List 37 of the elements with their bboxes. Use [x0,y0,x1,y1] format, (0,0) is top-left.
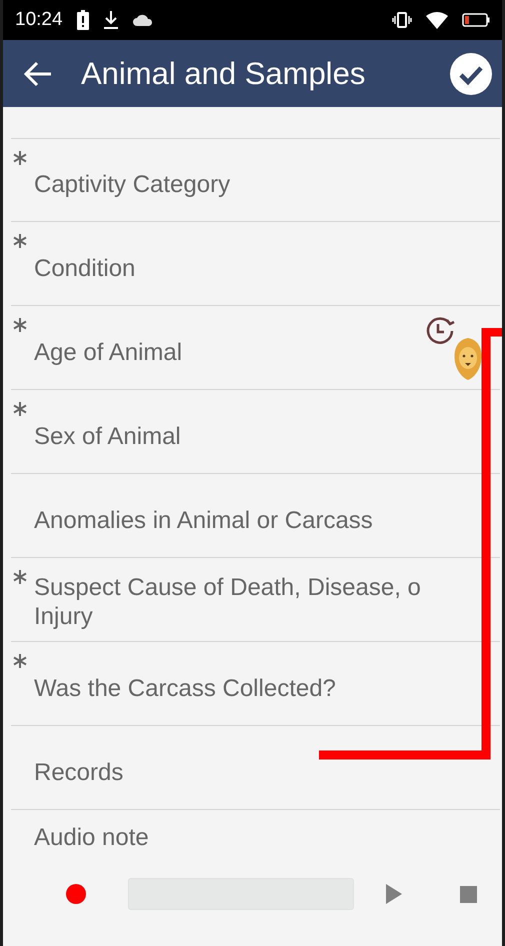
form-field[interactable]: Records [11,726,500,810]
field-label: Suspect Cause of Death, Disease, o Injury [34,573,421,632]
confirm-button[interactable] [450,52,492,94]
field-label: Sex of Animal [34,422,181,452]
form-field[interactable]: Suspect Cause of Death, Disease, o Injury [11,558,500,642]
back-button[interactable] [23,60,53,86]
form-field[interactable]: Anomalies in Animal or Carcass [11,474,500,558]
field-label: Condition [34,254,136,284]
clock-icon[interactable] [425,316,455,346]
download-icon [102,10,119,30]
stop-button[interactable] [460,886,477,902]
field-label: Records [34,758,124,788]
field-label: Age of Animal [34,338,182,368]
form-field[interactable]: Condition [11,222,500,306]
form-field[interactable]: Was the Carcass Collected? [11,642,500,726]
battery-icon [462,13,490,27]
audio-note-label: Audio note [33,823,150,852]
required-icon [13,234,27,248]
form-field[interactable]: Captivity Category [11,138,500,222]
required-icon [13,570,27,584]
required-icon [13,654,27,668]
field-label: Was the Carcass Collected? [34,674,336,704]
required-icon [13,402,27,416]
required-icon [13,151,27,165]
status-time: 10:24 [15,9,63,31]
field-label: Captivity Category [34,170,230,200]
battery-alert-icon [76,10,89,30]
wifi-icon [426,12,448,28]
cloud-icon [132,14,153,26]
field-label: Anomalies in Animal or Carcass [34,506,373,536]
record-button[interactable] [66,884,86,904]
vibrate-icon [392,12,412,28]
play-button[interactable] [386,884,402,904]
required-icon [13,318,27,332]
screen-title: Animal and Samples [81,56,366,92]
form-field[interactable]: Age of Animal [11,306,500,390]
form-field[interactable]: Sex of Animal [11,390,500,474]
